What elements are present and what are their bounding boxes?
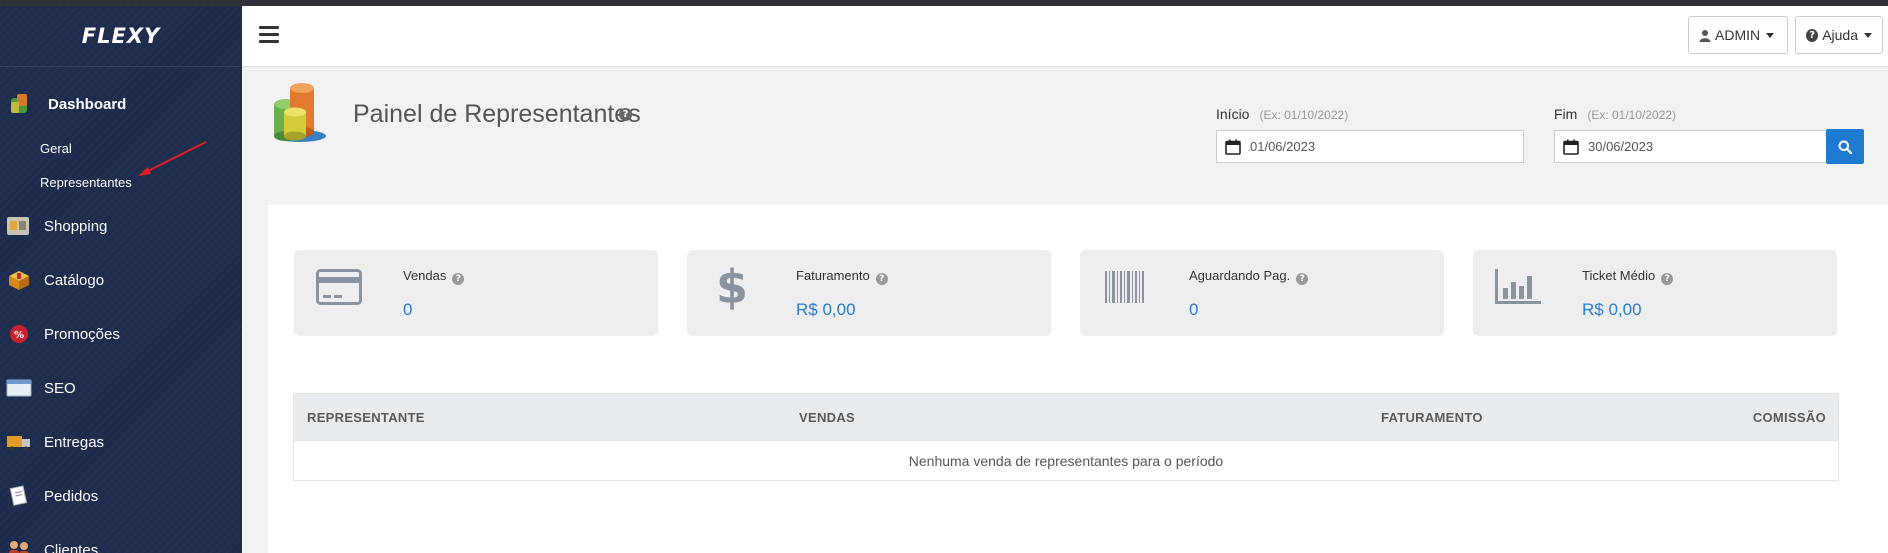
stat-card-label-text: Faturamento	[796, 268, 870, 283]
title-help-icon[interactable]: ?	[619, 108, 632, 121]
end-date-value: 30/06/2023	[1588, 139, 1654, 154]
stat-card-value: 0	[1189, 300, 1199, 319]
page-title: Painel de Representantes	[353, 100, 641, 128]
sidebar-item-label: Promoções	[44, 325, 120, 343]
delivery-truck-icon	[6, 429, 32, 455]
stat-card-label: Ticket Médio?	[1582, 268, 1674, 285]
promotions-icon: %	[6, 321, 32, 347]
sidebar-item-label: Pedidos	[44, 487, 99, 505]
dollar-icon: $	[715, 260, 748, 314]
sidebar-item-promocoes[interactable]: % Promoções	[0, 307, 242, 361]
stat-card-aguardando: Aguardando Pag.? 0	[1080, 250, 1444, 336]
calendar-icon	[1225, 139, 1241, 155]
end-date-hint: (Ex: 01/10/2022)	[1587, 108, 1677, 122]
stat-card-label: Aguardando Pag.?	[1189, 268, 1309, 285]
sidebar-item-label: Catálogo	[44, 271, 105, 289]
sidebar-item-label: Entregas	[44, 433, 105, 451]
end-date-label: Fim (Ex: 01/10/2022)	[1554, 106, 1676, 122]
help-label: Ajuda	[1822, 27, 1858, 43]
user-icon	[1699, 29, 1711, 42]
help-icon[interactable]: ?	[1661, 273, 1674, 285]
sidebar-item-seo[interactable]: SEO	[0, 361, 242, 415]
start-date-label: Início (Ex: 01/10/2022)	[1216, 106, 1348, 122]
caret-down-icon	[1766, 32, 1775, 38]
seo-icon	[6, 375, 32, 401]
stat-card-vendas: Vendas? 0	[294, 250, 658, 336]
hamburger-menu-icon[interactable]	[259, 26, 279, 44]
start-date-value: 01/06/2023	[1250, 139, 1316, 154]
sidebar-item-entregas[interactable]: Entregas	[0, 415, 242, 469]
column-header-vendas[interactable]: VENDAS	[799, 410, 855, 425]
credit-card-icon	[314, 264, 364, 310]
question-circle-icon: ?	[1806, 28, 1819, 42]
sidebar-item-pedidos[interactable]: Pedidos	[0, 469, 242, 523]
column-header-comissao[interactable]: COMISSÃO	[1753, 410, 1826, 425]
sidebar-item-catalogo[interactable]: Catálogo	[0, 253, 242, 307]
admin-dropdown-button[interactable]: ADMIN	[1688, 16, 1788, 54]
start-date-input[interactable]: 01/06/2023	[1216, 130, 1524, 163]
end-label-text: Fim	[1554, 106, 1578, 122]
help-icon[interactable]: ?	[452, 273, 465, 285]
sidebar-item-clientes[interactable]: Clientes	[0, 523, 242, 553]
start-label-text: Início	[1216, 106, 1250, 122]
stat-card-ticket-medio: Ticket Médio? R$ 0,00	[1473, 250, 1837, 336]
help-icon[interactable]: ?	[875, 273, 888, 285]
bar-chart-icon	[1493, 264, 1543, 310]
stat-card-label: Faturamento?	[796, 268, 888, 285]
svg-text:%: %	[14, 330, 24, 341]
sidebar-item-label: Shopping	[44, 217, 108, 235]
logo-area: FLEXY	[0, 6, 242, 67]
sidebar-item-dashboard[interactable]: Dashboard	[0, 77, 242, 131]
search-button[interactable]	[1826, 129, 1864, 164]
dashboard-chart-icon	[266, 82, 330, 146]
stat-card-label-text: Aguardando Pag.	[1189, 268, 1291, 283]
barcode-icon	[1100, 264, 1150, 310]
stat-card-value: R$ 0,00	[796, 300, 856, 319]
sidebar-item-label: SEO	[44, 379, 76, 397]
column-header-faturamento[interactable]: FATURAMENTO	[1381, 410, 1483, 425]
caret-down-icon	[1864, 32, 1872, 38]
table-header: REPRESENTANTE VENDAS FATURAMENTO COMISSÃ…	[294, 394, 1838, 440]
admin-label: ADMIN	[1715, 27, 1761, 43]
stat-card-label-text: Ticket Médio	[1582, 268, 1656, 283]
red-annotation-arrow	[138, 141, 207, 176]
main-panel: Vendas? 0 $ Faturamento? R$ 0,00 Aguarda…	[268, 205, 1888, 553]
stat-card-label: Vendas?	[403, 268, 465, 285]
customers-icon	[6, 537, 32, 553]
end-date-input[interactable]: 30/06/2023	[1554, 130, 1828, 163]
orders-icon	[6, 483, 32, 509]
search-icon	[1838, 140, 1852, 154]
stat-card-label-text: Vendas	[403, 268, 447, 283]
sidebar: FLEXY Dashboard Geral Representantes Sho…	[0, 6, 242, 553]
sidebar-item-label: Clientes	[44, 541, 99, 553]
sidebar-item-shopping[interactable]: Shopping	[0, 199, 242, 253]
help-dropdown-button[interactable]: ? Ajuda	[1795, 16, 1883, 54]
sidebar-item-label: Dashboard	[48, 95, 127, 113]
catalog-icon	[6, 267, 32, 293]
stat-card-faturamento: $ Faturamento? R$ 0,00	[687, 250, 1051, 336]
flexy-logo[interactable]: FLEXY	[82, 24, 160, 48]
dashboard-icon	[6, 91, 32, 117]
help-icon[interactable]: ?	[1296, 273, 1309, 285]
shopping-icon	[6, 213, 32, 239]
column-header-representante[interactable]: REPRESENTANTE	[307, 410, 425, 425]
start-date-group: Início (Ex: 01/10/2022) 01/06/2023	[1216, 106, 1524, 163]
representatives-table: REPRESENTANTE VENDAS FATURAMENTO COMISSÃ…	[293, 393, 1839, 481]
start-date-hint: (Ex: 01/10/2022)	[1259, 108, 1349, 122]
table-empty-message: Nenhuma venda de representantes para o p…	[294, 440, 1838, 480]
top-header: ADMIN ? Ajuda	[242, 6, 1888, 67]
calendar-icon	[1563, 139, 1579, 155]
stat-card-value: 0	[403, 300, 413, 319]
stat-card-value: R$ 0,00	[1582, 300, 1642, 319]
end-date-group: Fim (Ex: 01/10/2022) 30/06/2023	[1554, 106, 1864, 164]
